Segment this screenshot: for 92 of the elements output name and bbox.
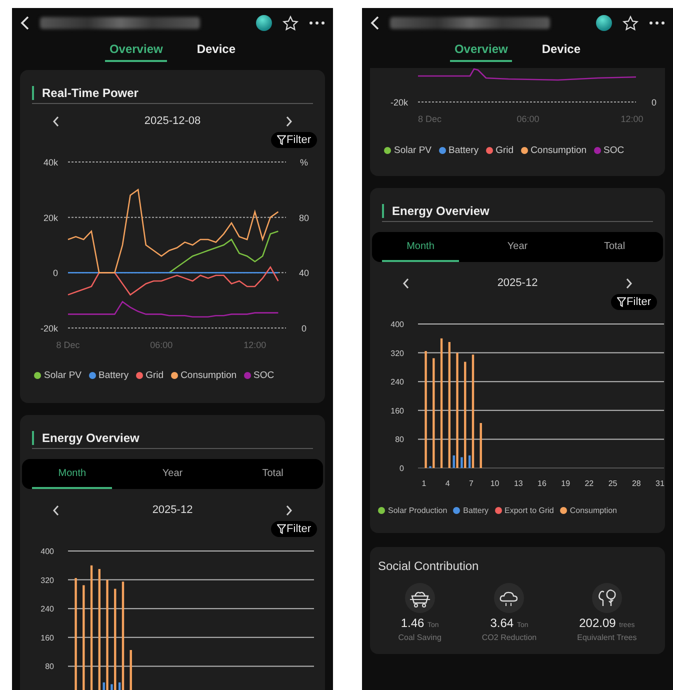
axis-label: 0 (52, 268, 58, 278)
next-icon[interactable] (285, 504, 293, 516)
tab[interactable]: Device (538, 38, 585, 62)
previous-icon[interactable] (52, 504, 60, 516)
axis-label: 8 Dec (56, 340, 80, 350)
axis-label: 06:00 (150, 340, 173, 350)
previous-icon[interactable] (402, 278, 410, 288)
period-tab[interactable]: Month (32, 459, 112, 489)
stat-label: Equivalent Trees (577, 633, 637, 642)
stat-label: CO2 Reduction (482, 633, 537, 642)
filter-icon (616, 297, 626, 307)
axis-label: 160 (40, 633, 54, 642)
legend-label: Grid (146, 370, 164, 381)
next-icon[interactable] (625, 278, 633, 288)
next-icon[interactable] (285, 116, 293, 126)
axis-label: 0 (652, 98, 656, 108)
axis-label: 400 (390, 320, 404, 329)
date-label: 2025-12 (152, 504, 193, 516)
axis-label: 40k (43, 158, 58, 168)
axis-label: 10 (490, 479, 500, 488)
axis-label: 12:00 (244, 340, 266, 350)
period-tab[interactable]: Year (132, 459, 213, 489)
legend-label: Consumption (570, 506, 617, 515)
axis-label: 19 (561, 479, 570, 488)
stat-label: Coal Saving (398, 633, 442, 642)
legend-label: Solar PV (44, 370, 82, 381)
axis-label: 4 (445, 479, 450, 488)
axis-label: 31 (656, 479, 664, 488)
axis-label: 320 (40, 576, 54, 585)
legend-label: Consumption (180, 370, 237, 381)
tab[interactable]: Overview (450, 38, 512, 62)
tab[interactable]: Overview (105, 38, 167, 62)
axis-label: 1 (422, 479, 426, 488)
axis-label: 80 (45, 662, 54, 672)
date-label: 2025-12 (497, 277, 538, 289)
axis-label: -20k (40, 324, 58, 334)
tab[interactable]: Device (192, 38, 240, 62)
legend-label: Battery (98, 370, 129, 381)
period-tab[interactable]: Year (479, 232, 556, 262)
previous-icon[interactable] (52, 116, 60, 126)
cloud-icon (494, 583, 524, 613)
axis-label: % (300, 158, 308, 168)
trees-icon (592, 583, 622, 613)
period-tab[interactable]: Total (232, 459, 313, 489)
filter-icon (276, 524, 286, 534)
axis-label: 240 (390, 378, 404, 387)
more-icon[interactable] (309, 21, 325, 25)
axis-label: 0 (400, 464, 404, 473)
period-tab[interactable]: Month (382, 232, 459, 262)
period-tab[interactable]: Total (576, 232, 653, 262)
date-label: 2025-12-08 (144, 115, 201, 127)
axis-label: 80 (395, 435, 404, 444)
axis-label: 16 (538, 479, 546, 488)
axis-label: 80 (299, 212, 309, 223)
axis-label: 22 (584, 479, 594, 488)
legend-label: SOC (604, 145, 624, 156)
back-icon[interactable] (20, 16, 30, 30)
axis-label: 160 (390, 406, 404, 416)
axis-label: 0 (302, 324, 306, 334)
filter-button[interactable]: Filter (270, 521, 317, 537)
legend-label: Battery (463, 506, 488, 515)
legend-label: Grid (496, 145, 514, 156)
axis-label: 25 (608, 479, 618, 488)
legend-label: Solar Production (388, 506, 448, 515)
axis-label: 8 Dec (418, 114, 442, 124)
star-icon[interactable] (282, 14, 299, 32)
legend-label: Consumption (530, 145, 587, 156)
axis-label: 06:00 (516, 114, 540, 124)
filter-button[interactable]: Filter (270, 132, 317, 148)
back-icon[interactable] (370, 16, 380, 30)
axis-label: 40 (299, 268, 309, 278)
filter-icon (276, 135, 286, 145)
more-icon[interactable] (649, 21, 665, 25)
legend-label: Solar PV (394, 145, 432, 156)
axis-label: 7 (468, 479, 474, 488)
mine-cart-icon (404, 583, 435, 613)
sphere-icon[interactable] (256, 15, 272, 31)
axis-label: 13 (514, 479, 523, 488)
legend-label: Battery (448, 145, 479, 156)
legend-label: SOC (254, 370, 274, 381)
star-icon[interactable] (622, 14, 639, 32)
axis-label: 400 (40, 547, 54, 556)
axis-label: 240 (40, 604, 54, 614)
sphere-icon[interactable] (596, 15, 612, 31)
section-title: Social Contribution (378, 558, 480, 575)
axis-label: 12:00 (620, 114, 644, 124)
legend-label: Export to Grid (504, 506, 554, 515)
axis-label: 28 (632, 479, 641, 488)
axis-label: 20k (43, 212, 58, 223)
filter-button[interactable]: Filter (610, 294, 657, 310)
axis-label: -20k (390, 98, 408, 108)
axis-label: 320 (390, 348, 404, 358)
